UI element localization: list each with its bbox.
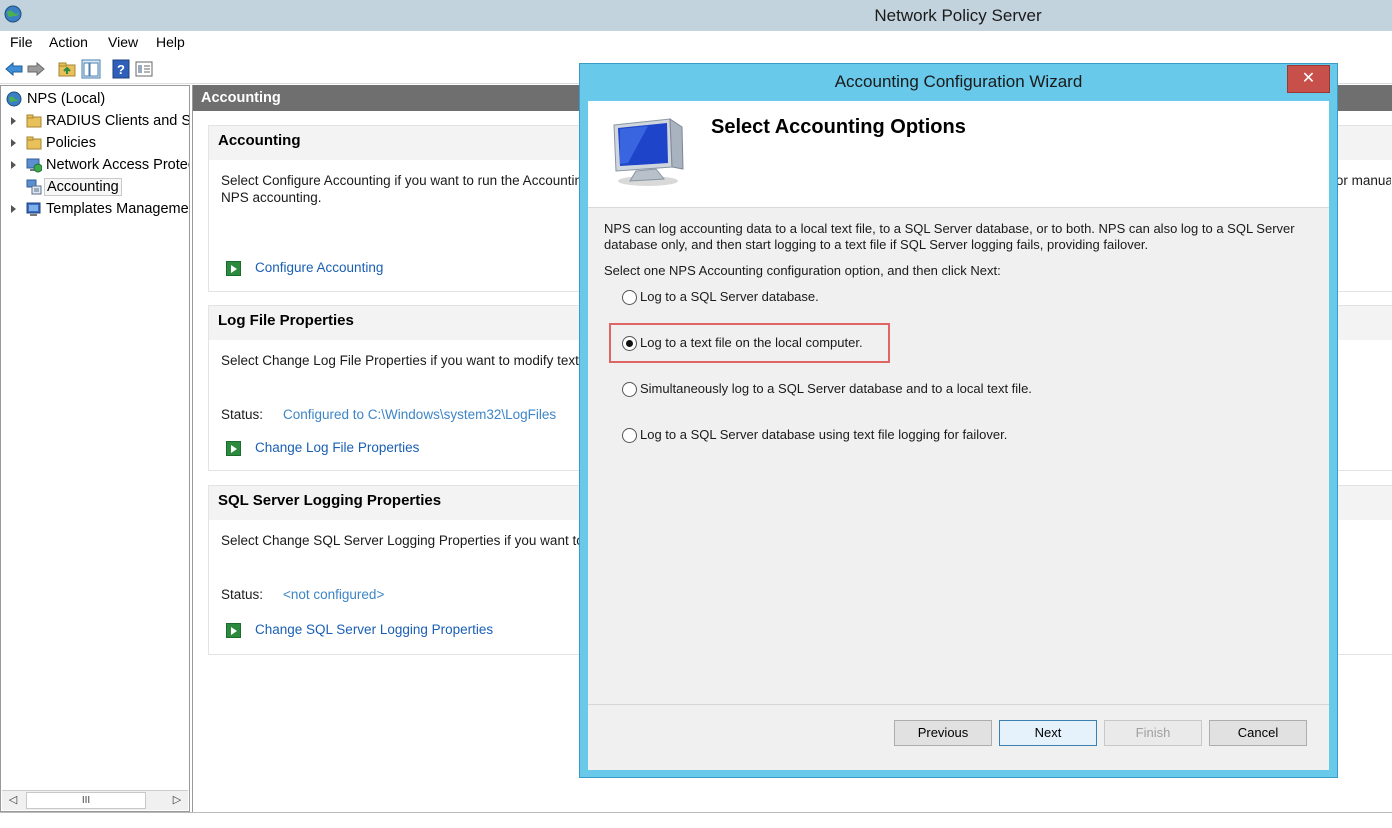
menu-file[interactable]: File	[10, 34, 33, 50]
show-hide-tree-icon[interactable]	[81, 59, 101, 79]
separator	[588, 704, 1329, 705]
previous-button[interactable]: Previous	[894, 720, 992, 746]
tree-label: Policies	[46, 135, 96, 151]
option-label: Log to a text file on the local computer…	[640, 335, 863, 350]
tree-horizontal-scrollbar[interactable]: ◁ III ▷	[2, 790, 188, 810]
globe-icon	[6, 91, 22, 107]
folder-icon	[26, 136, 42, 150]
accounting-icon	[26, 179, 42, 195]
tree-item-network-access-protection[interactable]: Network Access Protection	[1, 155, 189, 177]
forward-arrow-icon[interactable]	[26, 59, 46, 79]
tree-label: Network Access Protection	[46, 157, 189, 173]
svg-text:?: ?	[117, 62, 125, 77]
status-value: Configured to C:\Windows\system32\LogFil…	[283, 407, 557, 422]
green-arrow-icon	[226, 261, 241, 276]
folder-icon	[26, 114, 42, 128]
radio-button[interactable]	[622, 428, 637, 443]
change-log-file-properties-link[interactable]: Change Log File Properties	[255, 440, 419, 455]
option-label: Log to a SQL Server database.	[640, 289, 819, 304]
back-arrow-icon[interactable]	[4, 59, 24, 79]
option-label: Simultaneously log to a SQL Server datab…	[640, 381, 1032, 396]
up-folder-icon[interactable]	[57, 59, 77, 79]
tree-label: RADIUS Clients and Servers	[46, 113, 189, 129]
option-text-file[interactable]: Log to a text file on the local computer…	[622, 334, 882, 354]
accounting-configuration-wizard: Accounting Configuration Wizard ✕ Select…	[579, 63, 1338, 778]
option-sql-and-text-file[interactable]: Simultaneously log to a SQL Server datab…	[622, 380, 1052, 400]
expand-arrow-icon[interactable]	[11, 139, 16, 147]
tree-item-accounting[interactable]: Accounting	[1, 177, 189, 199]
option-sql-with-failover[interactable]: Log to a SQL Server database using text …	[622, 426, 1032, 446]
expand-arrow-icon[interactable]	[11, 117, 16, 125]
scroll-thumb[interactable]: III	[26, 792, 146, 809]
menu-action[interactable]: Action	[49, 34, 88, 50]
tree-item-radius-clients[interactable]: RADIUS Clients and Servers	[1, 111, 189, 133]
wizard-instruction: Select one NPS Accounting configuration …	[604, 263, 1001, 278]
expand-arrow-icon[interactable]	[11, 205, 16, 213]
wizard-header: Select Accounting Options	[588, 101, 1329, 208]
status-value: <not configured>	[283, 587, 385, 602]
status-label: Status:	[221, 587, 264, 602]
nap-icon	[26, 158, 42, 173]
green-arrow-icon	[226, 441, 241, 456]
change-sql-logging-properties-link[interactable]: Change SQL Server Logging Properties	[255, 622, 493, 637]
wizard-title: Accounting Configuration Wizard	[834, 72, 1083, 91]
tree-label: Templates Management	[46, 201, 190, 217]
next-button[interactable]: Next	[999, 720, 1097, 746]
properties-pane-icon[interactable]	[134, 59, 154, 79]
menu-view[interactable]: View	[108, 34, 138, 50]
console-tree: NPS (Local) RADIUS Clients and Servers P…	[0, 85, 190, 812]
radio-button-selected[interactable]	[622, 336, 637, 351]
window-title: Network Policy Server	[874, 6, 1042, 25]
menu-bar: File Action View Help	[0, 31, 1392, 55]
computer-monitor-icon	[613, 118, 684, 186]
scroll-right-arrow-icon[interactable]: ▷	[166, 791, 188, 810]
wizard-body: Select Accounting Options NPS can log ac…	[588, 101, 1329, 770]
wizard-description: NPS can log accounting data to a local t…	[604, 221, 1295, 252]
title-bar: Network Policy Server	[0, 0, 1392, 31]
option-label: Log to a SQL Server database using text …	[640, 427, 1008, 442]
tree-item-templates-management[interactable]: Templates Management	[1, 199, 189, 221]
tree-label: Accounting	[44, 178, 122, 196]
option-sql-server[interactable]: Log to a SQL Server database.	[622, 288, 882, 308]
close-button[interactable]: ✕	[1287, 65, 1330, 93]
help-icon[interactable]: ?	[111, 59, 131, 79]
templates-icon	[26, 202, 41, 216]
radio-button[interactable]	[622, 290, 637, 305]
menu-help[interactable]: Help	[156, 34, 185, 50]
scroll-left-arrow-icon[interactable]: ◁	[2, 791, 24, 810]
tree-item-policies[interactable]: Policies	[1, 133, 189, 155]
expand-arrow-icon[interactable]	[11, 161, 16, 169]
green-arrow-icon	[226, 623, 241, 638]
cancel-button[interactable]: Cancel	[1209, 720, 1307, 746]
finish-button: Finish	[1104, 720, 1202, 746]
radio-button[interactable]	[622, 382, 637, 397]
tree-label: NPS (Local)	[27, 91, 106, 107]
status-bar	[0, 812, 1392, 828]
status-label: Status:	[221, 407, 264, 422]
configure-accounting-link[interactable]: Configure Accounting	[255, 260, 383, 275]
wizard-heading: Select Accounting Options	[711, 116, 966, 138]
tree-item-nps-local[interactable]: NPS (Local)	[1, 89, 189, 111]
